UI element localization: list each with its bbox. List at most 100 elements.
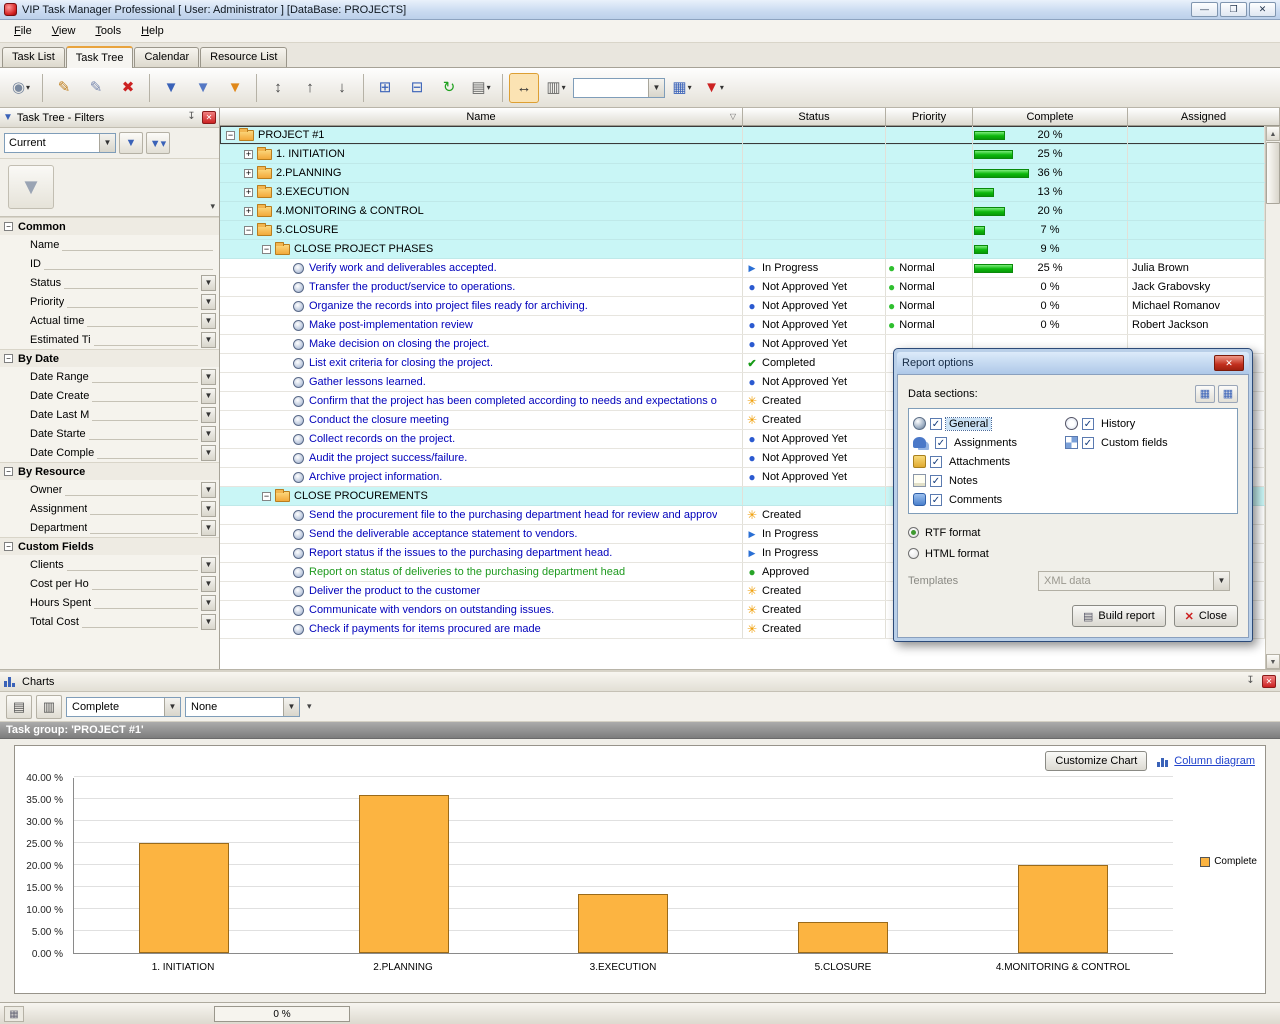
collapse-all-button[interactable]: ⊟ [402,73,432,103]
refresh-button[interactable]: ↻ [434,73,464,103]
task-row[interactable]: −PROJECT #120 % [220,126,1265,145]
report-section-notes[interactable]: ✓Notes [913,471,1065,490]
columns-button[interactable]: ▥▾ [541,73,571,103]
task-row[interactable]: Make post-implementation review●Not Appr… [220,316,1265,335]
filter-dropdown-button[interactable]: ▼ [201,407,216,423]
menu-tools[interactable]: Tools [85,22,131,40]
column-header-complete[interactable]: Complete [973,108,1128,125]
filter-dropdown-button[interactable]: ▼ [201,369,216,385]
scroll-thumb[interactable] [1266,142,1280,204]
checkbox[interactable]: ✓ [1082,418,1094,430]
scroll-down-arrow[interactable]: ▼ [1266,654,1280,669]
chevron-down-icon[interactable]: ▼ [99,134,115,152]
pin-icon[interactable]: ↧ [1244,675,1257,688]
move-down-button[interactable]: ↓ [327,73,357,103]
filter-dropdown-button[interactable]: ▼ [201,576,216,592]
column-header-assigned[interactable]: Assigned [1128,108,1280,125]
chart-bar[interactable] [578,894,668,953]
chart-bar[interactable] [1018,865,1108,953]
checkbox[interactable]: ✓ [930,475,942,487]
filter-section-common[interactable]: −Common [0,217,219,235]
chart-series-combo[interactable]: Complete ▼ [66,697,181,717]
task-row[interactable]: −5.CLOSURE7 % [220,221,1265,240]
filter-button[interactable]: ▼ [156,73,186,103]
report-section-history[interactable]: ✓History [1065,414,1233,433]
checkbox[interactable]: ✓ [930,494,942,506]
big-funnel-icon[interactable]: ▼ [8,165,54,209]
expand-plus-icon[interactable]: + [244,150,253,159]
report-section-custom-fields[interactable]: ✓Custom fields [1065,433,1233,452]
task-row[interactable]: Transfer the product/service to operatio… [220,278,1265,297]
search-combo[interactable]: ▼ [573,78,665,98]
chart-group-combo[interactable]: None ▼ [185,697,300,717]
charts-close-button[interactable]: ✕ [1262,675,1276,688]
task-row[interactable]: +2.PLANNING36 % [220,164,1265,183]
column-header-priority[interactable]: Priority [886,108,973,125]
tab-task-list[interactable]: Task List [2,47,65,67]
export-chart-button[interactable]: ▥ [36,695,62,719]
filter-dropdown-button[interactable]: ▼ [201,313,216,329]
chevron-down-icon[interactable]: ▼ [164,698,180,716]
tab-task-tree[interactable]: Task Tree [66,46,134,68]
expand-all-button[interactable]: ⊞ [370,73,400,103]
format-option-rtf-format[interactable]: RTF format [908,523,1238,542]
chart-bar[interactable] [798,922,888,953]
collapse-icon[interactable]: − [4,354,13,363]
filter-options-button[interactable]: ▼▾ [146,132,170,154]
task-row[interactable]: +3.EXECUTION13 % [220,183,1265,202]
print-chart-button[interactable]: ▤ [6,695,32,719]
filter-dropdown-button[interactable]: ▼ [201,445,216,461]
chart-bar[interactable] [139,843,229,953]
delete-task-button[interactable]: ✖ [113,73,143,103]
task-row[interactable]: Organize the records into project files … [220,297,1265,316]
chart-more-button[interactable]: ▾ [304,701,315,712]
filter-dropdown-button[interactable]: ▼ [201,614,216,630]
minimize-button[interactable]: — [1191,2,1218,17]
expand-minus-icon[interactable]: − [262,492,271,501]
edit-notes-button[interactable]: ✎ [81,73,111,103]
expand-minus-icon[interactable]: − [244,226,253,235]
filter-dropdown-button[interactable]: ▼ [201,275,216,291]
column-header-name[interactable]: Name▽ [220,108,743,125]
collapse-icon[interactable]: − [4,542,13,551]
radio-icon[interactable] [908,548,919,559]
filter-settings-button[interactable]: ▼ [188,73,218,103]
checkbox[interactable]: ✓ [1082,437,1094,449]
customize-chart-button[interactable]: Customize Chart [1045,751,1147,771]
tab-resource-list[interactable]: Resource List [200,47,287,67]
clear-filter-button[interactable]: ▼▾ [699,73,729,103]
move-task-button[interactable]: ↕ [263,73,293,103]
collapse-icon[interactable]: − [4,222,13,231]
report-section-comments[interactable]: ✓Comments [913,490,1065,509]
find-task-button[interactable]: ▦▾ [667,73,697,103]
expand-minus-icon[interactable]: − [262,245,271,254]
tree-vertical-scrollbar[interactable]: ▲ ▼ [1265,126,1280,669]
filters-close-button[interactable]: ✕ [202,111,216,124]
apply-filter-button[interactable]: ▼ [119,132,143,154]
maximize-button[interactable]: ❐ [1220,2,1247,17]
close-dialog-button[interactable]: ✕ Close [1174,605,1238,627]
expand-minus-icon[interactable]: − [226,131,235,140]
pin-icon[interactable]: ↧ [185,111,198,124]
filter-dropdown-button[interactable]: ▼ [201,388,216,404]
build-report-button[interactable]: ▤ Build report [1072,605,1166,627]
edit-task-button[interactable]: ✎ [49,73,79,103]
column-diagram-link[interactable]: Column diagram [1157,755,1255,767]
filter-section-by-resource[interactable]: −By Resource [0,462,219,480]
filter-section-custom-fields[interactable]: −Custom Fields [0,537,219,555]
filter-dropdown-button[interactable]: ▼ [201,595,216,611]
export-button[interactable]: ▤▾ [466,73,496,103]
menu-view[interactable]: View [42,22,86,40]
checkbox[interactable]: ✓ [935,437,947,449]
dialog-title-bar[interactable]: Report options ✕ [897,352,1249,374]
filter-dropdown-button[interactable]: ▼ [201,294,216,310]
select-all-sections-button[interactable]: ▦ [1195,385,1215,403]
task-row[interactable]: Verify work and deliverables accepted.▶I… [220,259,1265,278]
close-button[interactable]: ✕ [1249,2,1276,17]
expand-plus-icon[interactable]: + [244,207,253,216]
filter-preset-combo[interactable]: Current ▼ [4,133,116,153]
checkbox[interactable]: ✓ [930,456,942,468]
checkbox[interactable]: ✓ [930,418,942,430]
menu-help[interactable]: Help [131,22,174,40]
expand-plus-icon[interactable]: + [244,169,253,178]
